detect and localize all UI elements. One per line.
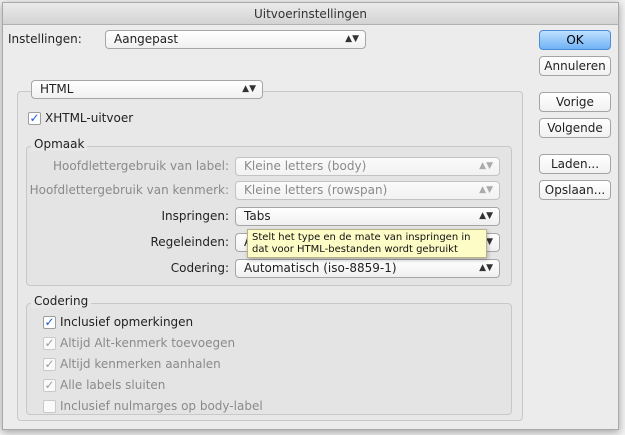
quote-attributes-checkbox[interactable]: ✓: [43, 358, 56, 371]
checkmark-icon: ✓: [29, 111, 40, 125]
encoding-label: Codering:: [170, 261, 229, 275]
attr-case-label: Hoofdlettergebruik van kenmerk:: [29, 183, 229, 197]
ok-button[interactable]: OK: [539, 30, 611, 50]
load-button[interactable]: Laden...: [539, 154, 611, 174]
include-comments-checkbox[interactable]: ✓: [43, 316, 56, 329]
updown-arrows-icon: ▲▼: [242, 84, 256, 94]
cancel-button[interactable]: Annuleren: [539, 56, 611, 76]
label-case-label: Hoofdlettergebruik van label:: [53, 159, 229, 173]
close-tags-label: Alle labels sluiten: [60, 378, 166, 392]
checkmark-icon: ✓: [44, 336, 55, 350]
updown-arrows-icon: ▲▼: [479, 211, 493, 221]
xhtml-label: XHTML-uitvoer: [45, 111, 134, 125]
codering-title: Codering: [31, 294, 92, 308]
settings-popup-value: Aangepast: [114, 32, 179, 46]
alt-attribute-checkbox[interactable]: ✓: [43, 337, 56, 350]
encoding-value: Automatisch (iso-8859-1): [244, 261, 397, 275]
indent-popup[interactable]: Tabs ▲▼: [235, 207, 500, 226]
zero-margins-checkbox[interactable]: [43, 400, 56, 413]
indent-tooltip: Stelt het type en de mate van inspringen…: [247, 229, 487, 258]
updown-arrows-icon: ▲▼: [479, 185, 493, 195]
opmaak-title: Opmaak: [31, 137, 88, 151]
window-title: Uitvoerinstellingen: [3, 3, 618, 25]
attr-case-value: Kleine letters (rowspan): [244, 183, 388, 197]
format-popup[interactable]: HTML ▲▼: [31, 80, 263, 99]
attr-case-popup[interactable]: Kleine letters (rowspan) ▲▼: [235, 181, 500, 200]
close-tags-checkbox[interactable]: ✓: [43, 379, 56, 392]
indent-label: Inspringen:: [161, 209, 229, 223]
label-case-value: Kleine letters (body): [244, 159, 367, 173]
format-popup-value: HTML: [40, 82, 74, 96]
previous-button[interactable]: Vorige: [539, 92, 611, 112]
xhtml-checkbox[interactable]: ✓: [28, 112, 41, 125]
include-comments-label: Inclusief opmerkingen: [60, 315, 194, 329]
alt-attribute-label: Altijd Alt-kenmerk toevoegen: [60, 336, 236, 350]
output-settings-dialog: Uitvoerinstellingen Instellingen: Aangep…: [2, 2, 619, 430]
updown-arrows-icon: ▲▼: [479, 263, 493, 273]
save-button[interactable]: Opslaan...: [539, 180, 611, 200]
zero-margins-label: Inclusief nulmarges op body-label: [60, 399, 263, 413]
quote-attributes-label: Altijd kenmerken aanhalen: [60, 357, 221, 371]
line-endings-label: Regeleinden:: [150, 235, 230, 249]
label-case-popup[interactable]: Kleine letters (body) ▲▼: [235, 157, 500, 176]
indent-value: Tabs: [244, 209, 271, 223]
encoding-popup[interactable]: Automatisch (iso-8859-1) ▲▼: [235, 259, 500, 278]
checkmark-icon: ✓: [44, 357, 55, 371]
updown-arrows-icon: ▲▼: [345, 34, 359, 44]
checkmark-icon: ✓: [44, 378, 55, 392]
settings-popup[interactable]: Aangepast ▲▼: [105, 30, 366, 49]
checkmark-icon: ✓: [44, 315, 55, 329]
settings-label: Instellingen:: [8, 32, 82, 46]
next-button[interactable]: Volgende: [539, 118, 611, 138]
updown-arrows-icon: ▲▼: [479, 161, 493, 171]
